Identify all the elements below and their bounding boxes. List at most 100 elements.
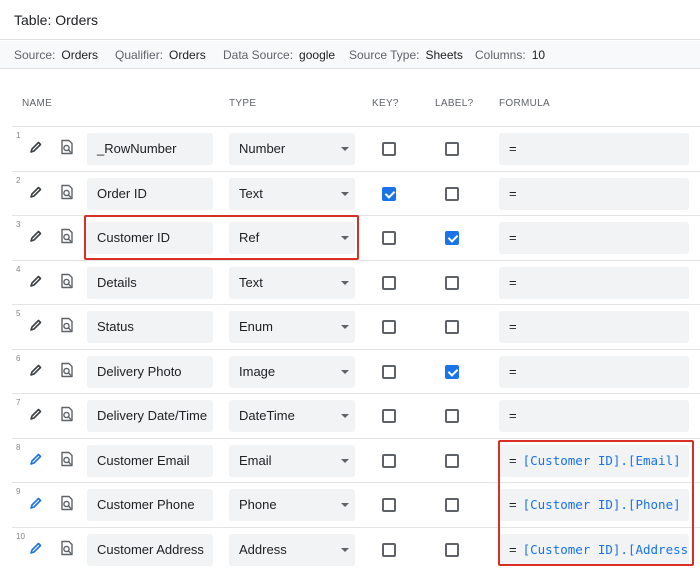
key-checkbox[interactable]	[382, 364, 396, 379]
row-number: 8	[16, 442, 21, 452]
table-title-bar: Table: Orders	[0, 0, 700, 40]
key-checkbox[interactable]	[382, 186, 396, 201]
column-type-select[interactable]: Address	[229, 533, 355, 566]
header-formula: FORMULA	[499, 98, 550, 109]
pencil-icon[interactable]	[29, 363, 43, 377]
header-key: KEY?	[372, 98, 399, 109]
column-type-value: Text	[239, 185, 263, 201]
column-type-select[interactable]: DateTime	[229, 400, 355, 432]
column-name-field[interactable]: _RowNumber	[87, 133, 213, 165]
view-column-icon[interactable]	[59, 362, 75, 378]
column-type-select[interactable]: Text	[229, 266, 355, 299]
key-checkbox[interactable]	[382, 498, 396, 512]
view-column-icon[interactable]	[59, 139, 75, 155]
label-checkbox[interactable]	[445, 231, 459, 245]
formula-expression: [Customer ID].[Phone]	[522, 497, 681, 512]
column-name-field[interactable]: Customer ID	[87, 222, 213, 254]
meta-source: Source: Orders	[14, 48, 98, 62]
row-number: 2	[16, 175, 21, 185]
view-column-icon[interactable]	[59, 184, 75, 200]
row-number: 7	[16, 398, 21, 407]
label-checkbox[interactable]	[445, 142, 459, 156]
label-checkbox[interactable]	[445, 542, 459, 557]
formula-field[interactable]: =	[499, 133, 689, 165]
column-type-value: Ref	[239, 230, 260, 245]
formula-field[interactable]: = [Customer ID].[Email]	[499, 444, 689, 477]
column-type-select[interactable]: Phone	[229, 489, 355, 521]
column-name-field[interactable]: Customer Address	[87, 533, 213, 566]
pencil-icon[interactable]	[29, 496, 43, 510]
key-checkbox[interactable]	[382, 453, 396, 468]
chevron-down-icon	[341, 369, 349, 374]
column-name-field[interactable]: Customer Email	[87, 444, 213, 477]
pencil-icon[interactable]	[29, 140, 43, 154]
pencil-icon[interactable]	[29, 407, 43, 421]
table-row: 8 Customer Email Email = [Customer ID].[Emai…	[12, 437, 700, 482]
column-name-field[interactable]: Order ID	[87, 177, 213, 210]
column-type-select[interactable]: Email	[229, 444, 355, 477]
key-checkbox[interactable]	[382, 409, 396, 423]
formula-equals: =	[509, 141, 517, 156]
column-type-value: Address	[239, 541, 287, 557]
formula-field[interactable]: =	[499, 222, 689, 254]
column-type-select[interactable]: Image	[229, 355, 355, 388]
label-checkbox[interactable]	[445, 409, 459, 423]
formula-field[interactable]: =	[499, 177, 689, 210]
view-column-icon[interactable]	[59, 540, 75, 556]
chevron-down-icon	[341, 236, 349, 240]
key-checkbox[interactable]	[382, 542, 396, 557]
meta-datasource-value: google	[299, 48, 336, 62]
column-name-field[interactable]: Delivery Photo	[87, 355, 213, 388]
pencil-icon[interactable]	[29, 318, 43, 332]
column-name-field[interactable]: Status	[87, 311, 213, 343]
pencil-icon[interactable]	[29, 185, 43, 199]
label-checkbox[interactable]	[445, 275, 459, 290]
column-name-field[interactable]: Customer Phone	[87, 489, 213, 521]
formula-equals: =	[509, 452, 517, 468]
view-column-icon[interactable]	[59, 406, 75, 422]
chevron-down-icon	[341, 280, 349, 285]
key-checkbox[interactable]	[382, 320, 396, 334]
view-column-icon[interactable]	[59, 273, 75, 289]
column-type-select[interactable]: Text	[229, 177, 355, 210]
chevron-down-icon	[341, 458, 349, 463]
column-type-select[interactable]: Enum	[229, 311, 355, 343]
chevron-down-icon	[341, 414, 349, 418]
key-checkbox[interactable]	[382, 142, 396, 156]
view-column-icon[interactable]	[59, 228, 75, 244]
formula-field[interactable]: = [Customer ID].[Address]	[499, 533, 689, 566]
view-column-icon[interactable]	[59, 495, 75, 511]
column-name-field[interactable]: Details	[87, 266, 213, 299]
chevron-down-icon	[341, 147, 349, 151]
label-checkbox[interactable]	[445, 320, 459, 334]
meta-sourcetype: Source Type: Sheets	[349, 48, 463, 62]
label-checkbox[interactable]	[445, 453, 459, 468]
meta-datasource: Data Source: google	[223, 48, 335, 62]
table-row: 4 Details Text =	[12, 259, 700, 304]
column-type-value: Phone	[239, 497, 277, 512]
formula-field[interactable]: =	[499, 311, 689, 343]
table-row: 7 Delivery Date/Time DateTime =	[12, 393, 700, 437]
formula-field[interactable]: =	[499, 400, 689, 432]
key-checkbox[interactable]	[382, 231, 396, 245]
pencil-icon[interactable]	[29, 229, 43, 243]
column-type-select[interactable]: Number	[229, 133, 355, 165]
formula-field[interactable]: =	[499, 355, 689, 388]
view-column-icon[interactable]	[59, 317, 75, 333]
key-checkbox[interactable]	[382, 275, 396, 290]
formula-field[interactable]: =	[499, 266, 689, 299]
label-checkbox[interactable]	[445, 364, 459, 379]
formula-field[interactable]: = [Customer ID].[Phone]	[499, 489, 689, 521]
table-row: 3 Customer ID Ref =	[12, 215, 700, 259]
chevron-down-icon	[341, 191, 349, 196]
pencil-icon[interactable]	[29, 541, 43, 555]
label-checkbox[interactable]	[445, 498, 459, 512]
row-number: 1	[16, 131, 21, 140]
label-checkbox[interactable]	[445, 186, 459, 201]
view-column-icon[interactable]	[59, 451, 75, 467]
column-type-select[interactable]: Ref	[229, 222, 355, 254]
pencil-icon[interactable]	[29, 452, 43, 466]
pencil-icon[interactable]	[29, 274, 43, 288]
row-number: 4	[16, 264, 21, 274]
column-name-field[interactable]: Delivery Date/Time	[87, 400, 213, 432]
